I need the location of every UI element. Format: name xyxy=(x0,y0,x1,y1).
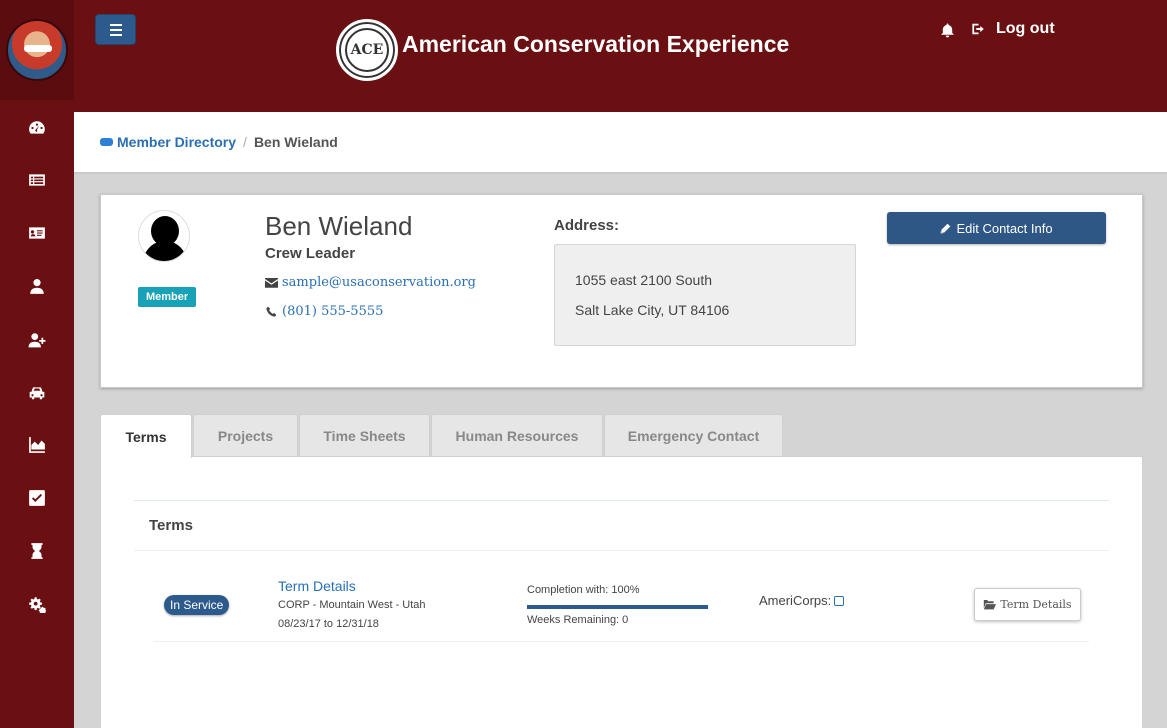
avatar-container xyxy=(0,0,74,100)
americorps-field: AmeriCorps: xyxy=(759,593,845,608)
breadcrumb-separator: / xyxy=(243,134,247,150)
menu-toggle-button[interactable] xyxy=(95,14,136,45)
term-details-button[interactable]: Term Details xyxy=(974,588,1081,621)
term-details-button-label: Term Details xyxy=(1000,598,1072,611)
edit-contact-info-label: Edit Contact Info xyxy=(956,220,1053,236)
divider xyxy=(134,550,1109,551)
americorps-checkbox[interactable] xyxy=(834,595,845,606)
top-header: ACE American Conservation Experience Log… xyxy=(74,0,1167,112)
tab-emergency-contact[interactable]: Emergency Contact xyxy=(604,414,783,457)
phone-icon xyxy=(266,306,277,317)
status-badge: In Service xyxy=(164,595,230,615)
sidebar xyxy=(0,0,74,728)
address-box: 1055 east 2100 South Salt Lake City, UT … xyxy=(554,244,856,346)
tab-terms[interactable]: Terms xyxy=(100,414,192,458)
ace-logo: ACE xyxy=(336,19,398,81)
sign-out-icon xyxy=(972,23,984,35)
breadcrumb-current: Ben Wieland xyxy=(253,134,338,150)
logout-link[interactable]: Log out xyxy=(971,20,1055,38)
user-avatar[interactable] xyxy=(6,19,68,81)
terms-title: Terms xyxy=(149,517,193,534)
address-label: Address: xyxy=(554,217,620,234)
user-icon[interactable] xyxy=(0,266,74,306)
logout-label: Log out xyxy=(996,20,1055,37)
profile-role: Crew Leader xyxy=(265,245,356,262)
profile-name: Ben Wieland xyxy=(265,211,413,241)
phone-text[interactable]: (801) 555-5555 xyxy=(282,304,383,319)
profile-phone[interactable]: (801) 555-5555 xyxy=(265,304,383,319)
term-dates: 08/23/17 to 12/31/18 xyxy=(278,618,379,630)
folder-open-icon xyxy=(983,600,997,610)
hourglass-icon[interactable] xyxy=(0,531,74,571)
logo-text: ACE xyxy=(345,28,389,72)
directory-icon xyxy=(100,138,113,146)
list-icon[interactable] xyxy=(0,160,74,200)
completion-progress-bar xyxy=(527,605,708,609)
pencil-icon xyxy=(941,223,951,233)
edit-contact-info-button[interactable]: Edit Contact Info xyxy=(887,212,1106,244)
profile-card: Member Ben Wieland Crew Leader sample@us… xyxy=(100,194,1143,388)
tab-time-sheets[interactable]: Time Sheets xyxy=(299,414,430,457)
bell-icon[interactable] xyxy=(940,22,956,40)
term-details-link[interactable]: Term Details xyxy=(278,578,356,594)
terms-panel: Terms In Service Term Details CORP - Mou… xyxy=(100,456,1143,728)
cogs-icon[interactable] xyxy=(0,584,74,624)
breadcrumb-member-directory[interactable]: Member Directory xyxy=(117,134,236,150)
email-text[interactable]: sample@usaconservation.org xyxy=(282,275,476,290)
user-plus-icon[interactable] xyxy=(0,320,74,360)
profile-avatar xyxy=(138,210,190,262)
area-chart-icon[interactable] xyxy=(0,425,74,465)
car-icon[interactable] xyxy=(0,373,74,413)
completion-label: Completion with: 100% xyxy=(527,584,640,596)
brand-title: American Conservation Experience xyxy=(402,31,790,57)
americorps-label: AmeriCorps: xyxy=(759,593,832,608)
address-line1: 1055 east 2100 South xyxy=(575,272,713,288)
weeks-remaining: Weeks Remaining: 0 xyxy=(527,614,629,626)
envelope-icon xyxy=(265,278,278,288)
term-program: CORP - Mountain West - Utah xyxy=(278,599,426,611)
profile-email[interactable]: sample@usaconservation.org xyxy=(265,275,476,290)
completion-progress-fill xyxy=(527,605,708,609)
check-square-icon[interactable] xyxy=(0,478,74,518)
divider xyxy=(134,500,1109,501)
divider xyxy=(154,641,1089,642)
breadcrumb: Member Directory / Ben Wieland xyxy=(74,112,1167,174)
tab-projects[interactable]: Projects xyxy=(193,414,298,457)
address-line2: Salt Lake City, UT 84106 xyxy=(575,302,730,318)
id-card-icon[interactable] xyxy=(0,213,74,253)
member-badge: Member xyxy=(138,287,197,307)
dashboard-icon[interactable] xyxy=(0,108,74,148)
tab-human-resources[interactable]: Human Resources xyxy=(431,414,603,457)
